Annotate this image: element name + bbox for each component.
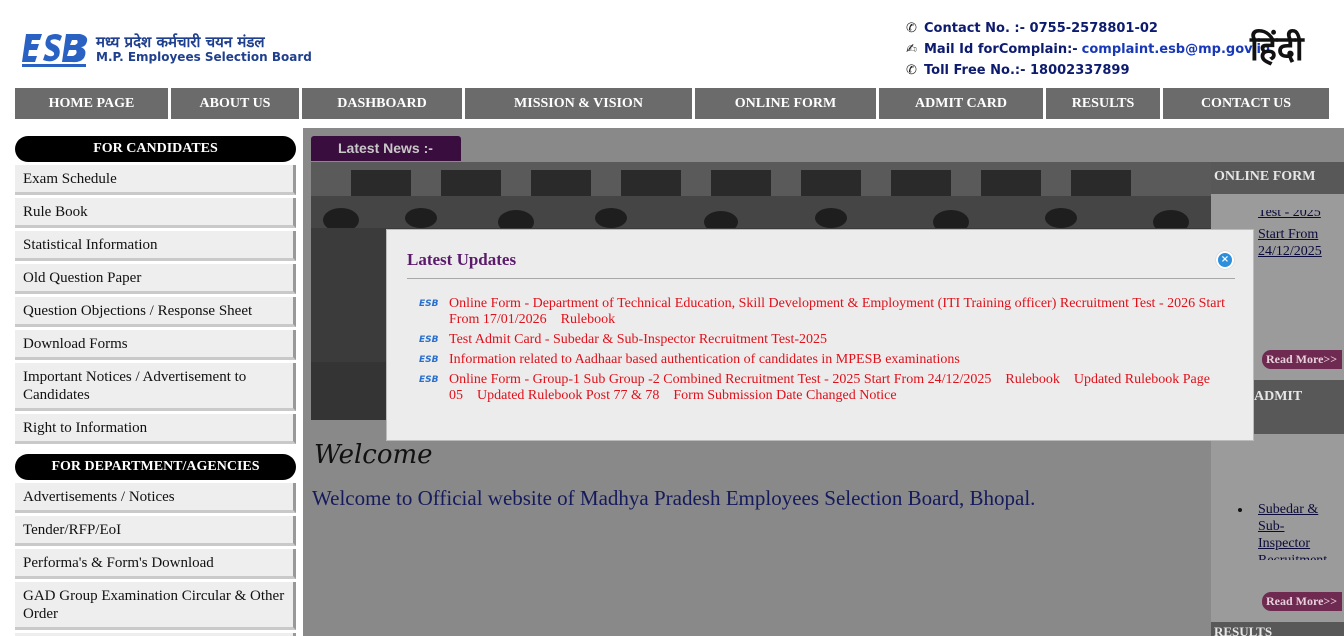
- hand-pen-icon: ✍: [906, 42, 917, 57]
- right-admit-link-line4[interactable]: Recruitment: [1258, 552, 1327, 560]
- sidebar-department: FOR DEPARTMENT/AGENCIES Advertisements /…: [15, 454, 296, 636]
- update-text[interactable]: 05: [449, 388, 463, 403]
- complaint-email-link[interactable]: complaint.esb@mp.gov.in: [1082, 42, 1271, 57]
- rulebook-link[interactable]: Rulebook: [561, 312, 615, 327]
- update-item[interactable]: ESB Information related to Aadhaar based…: [419, 352, 1239, 368]
- nav-about-us[interactable]: ABOUT US: [171, 88, 302, 119]
- read-more-online-form-button[interactable]: Read More>>: [1262, 350, 1342, 369]
- update-text[interactable]: Information related to Aadhaar based aut…: [449, 352, 960, 367]
- update-item[interactable]: ESB Test Admit Card - Subedar & Sub-Insp…: [419, 332, 1239, 348]
- phone-icon: ✆: [906, 63, 917, 78]
- right-admit-link-line3[interactable]: Inspector: [1258, 535, 1310, 552]
- update-item[interactable]: ESB Online Form - Group-1 Sub Group -2 C…: [419, 372, 1239, 404]
- right-online-form-link-line2[interactable]: 24/12/2025: [1258, 243, 1322, 260]
- update-item[interactable]: ESB Online Form - Department of Technica…: [419, 296, 1239, 328]
- sidebar-item-tender[interactable]: Tender/RFP/EoI: [15, 516, 296, 546]
- sidebar-item-important-notices[interactable]: Important Notices / Advertisement to Can…: [15, 363, 296, 411]
- contact-info: ✆ Contact No. :- 0755-2578801-02 ✍ Mail Id…: [906, 18, 1270, 81]
- nav-home-page[interactable]: HOME PAGE: [15, 88, 171, 119]
- right-admit-link-line2[interactable]: Sub-: [1258, 518, 1284, 535]
- close-icon[interactable]: ×: [1216, 251, 1234, 269]
- esb-logo-icon: [22, 34, 88, 67]
- toll-free-row: ✆ Toll Free No.:- 18002337899: [906, 60, 1256, 81]
- toll-free-number: Toll Free No.:- 18002337899: [924, 63, 1130, 78]
- updates-list: ESB Online Form - Department of Technica…: [419, 296, 1239, 408]
- esb-badge-icon: ESB: [419, 299, 439, 309]
- update-text[interactable]: Online Form - Group-1 Sub Group -2 Combi…: [449, 372, 991, 387]
- sidebar-item-download-forms[interactable]: Download Forms: [15, 330, 296, 360]
- update-text[interactable]: Test Admit Card - Subedar & Sub-Inspecto…: [449, 332, 827, 347]
- right-results-title: RESULTS: [1211, 622, 1344, 636]
- mail-label: Mail Id forComplain:-: [924, 42, 1078, 57]
- nav-dashboard[interactable]: DASHBOARD: [302, 88, 465, 119]
- right-online-form-link-top[interactable]: Test - 2025: [1258, 210, 1321, 220]
- updated-rulebook-link[interactable]: Updated Rulebook Page: [1074, 372, 1210, 387]
- read-more-admit-button[interactable]: Read More>>: [1262, 592, 1342, 611]
- date-changed-notice-link[interactable]: Form Submission Date Changed Notice: [673, 388, 896, 403]
- logo-hindi-text: मध्य प्रदेश कर्मचारी चयन मंडल: [96, 33, 265, 51]
- latest-updates-modal: Latest Updates × ESB Online Form - Depar…: [386, 229, 1254, 441]
- sidebar-department-title: FOR DEPARTMENT/AGENCIES: [15, 454, 296, 480]
- welcome-message: Welcome to Official website of Madhya Pr…: [312, 486, 1036, 510]
- esb-badge-icon: ESB: [419, 335, 439, 345]
- nav-contact-us[interactable]: CONTACT US: [1163, 88, 1329, 119]
- hindi-language-link[interactable]: हिंदी: [1250, 24, 1304, 70]
- logo-english-text: M.P. Employees Selection Board: [96, 50, 312, 64]
- update-text[interactable]: Online Form - Department of Technical Ed…: [449, 296, 1225, 311]
- sidebar-item-advertisements-notices[interactable]: Advertisements / Notices: [15, 483, 296, 513]
- contact-number: Contact No. :- 0755-2578801-02: [924, 21, 1158, 36]
- sidebar-candidates-title: FOR CANDIDATES: [15, 136, 296, 162]
- update-text[interactable]: From 17/01/2026: [449, 312, 547, 327]
- latest-news-tab: Latest News :-: [311, 136, 461, 161]
- nav-admit-card[interactable]: ADMIT CARD: [879, 88, 1046, 119]
- esb-logo[interactable]: मध्य प्रदेश कर्मचारी चयन मंडल M.P. Emplo…: [22, 28, 312, 72]
- sidebar-item-gad-circular[interactable]: GAD Group Examination Circular & Other O…: [15, 582, 296, 630]
- nav-results[interactable]: RESULTS: [1046, 88, 1163, 119]
- complaint-mail-row: ✍ Mail Id forComplain:- complaint.esb@mp.g…: [906, 39, 1270, 60]
- sidebar-item-question-objections[interactable]: Question Objections / Response Sheet: [15, 297, 296, 327]
- nav-online-form[interactable]: ONLINE FORM: [695, 88, 879, 119]
- sidebar-item-rule-book[interactable]: Rule Book: [15, 198, 296, 228]
- sidebar-item-right-to-information[interactable]: Right to Information: [15, 414, 296, 444]
- right-admit-link-line1[interactable]: Subedar &: [1258, 501, 1318, 518]
- admit-bullet-icon: [1238, 508, 1242, 512]
- sidebar-item-exam-schedule[interactable]: Exam Schedule: [15, 165, 296, 195]
- right-online-form-link-line1[interactable]: Start From: [1258, 226, 1318, 243]
- esb-badge-icon: ESB: [419, 355, 439, 365]
- welcome-heading: Welcome: [314, 440, 433, 470]
- esb-badge-icon: ESB: [419, 375, 439, 385]
- contact-number-row: ✆ Contact No. :- 0755-2578801-02: [906, 18, 1256, 39]
- updated-rulebook-post-link[interactable]: Updated Rulebook Post 77 & 78: [477, 388, 659, 403]
- phone-icon: ✆: [906, 21, 917, 36]
- modal-title: Latest Updates: [407, 250, 517, 269]
- sidebar-item-statistical-information[interactable]: Statistical Information: [15, 231, 296, 261]
- sidebar-item-old-question-paper[interactable]: Old Question Paper: [15, 264, 296, 294]
- rulebook-link[interactable]: Rulebook: [1005, 372, 1059, 387]
- modal-divider: [407, 278, 1235, 279]
- main-nav: HOME PAGE ABOUT US DASHBOARD MISSION & V…: [15, 88, 1329, 119]
- right-online-form-title: ONLINE FORM: [1211, 162, 1344, 194]
- page: मध्य प्रदेश कर्मचारी चयन मंडल M.P. Emplo…: [0, 0, 1344, 636]
- nav-mission-vision[interactable]: MISSION & VISION: [465, 88, 695, 119]
- sidebar-item-performa-download[interactable]: Performa's & Form's Download: [15, 549, 296, 579]
- sidebar-candidates: FOR CANDIDATES Exam Schedule Rule Book S…: [15, 136, 296, 444]
